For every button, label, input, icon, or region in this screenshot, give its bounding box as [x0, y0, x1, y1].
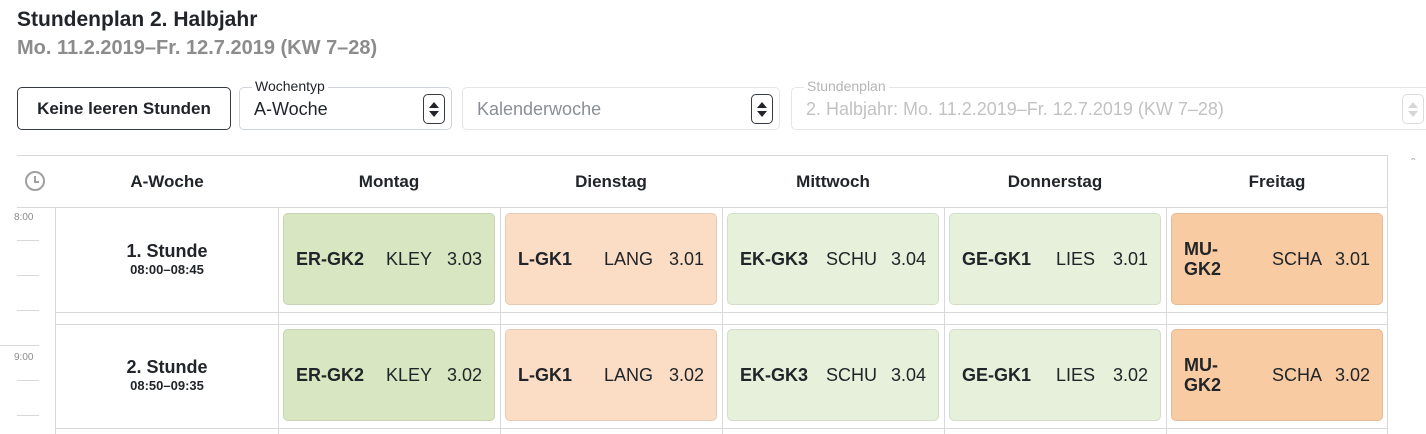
day-header-wednesday: Mittwoch	[796, 171, 870, 191]
chevron-up-icon	[757, 101, 767, 108]
subject: GE-GK1	[962, 364, 1032, 385]
teacher: KLEY	[386, 248, 433, 269]
time-label-8: 8:00	[14, 212, 34, 223]
lesson-cell[interactable]: EK-GK3 SCHU 3.04	[727, 213, 939, 305]
teacher: LIES	[1056, 364, 1096, 385]
timetable-value: 2. Halbjahr: Mo. 11.2.2019–Fr. 12.7.2019…	[806, 99, 1224, 119]
subject: GE-GK1	[962, 248, 1032, 269]
column-divider	[500, 208, 501, 434]
lesson-cell[interactable]: MU-GK2 SCHA 3.01	[1171, 213, 1383, 305]
day-header-thursday: Donnerstag	[1007, 171, 1103, 191]
chevron-down-icon	[429, 110, 439, 117]
row-divider	[56, 428, 1388, 429]
timetable-label: Stundenplan	[804, 78, 889, 94]
lesson-cell[interactable]: ER-GK2 KLEY 3.03	[283, 213, 495, 305]
teacher: LANG	[604, 248, 654, 269]
time-tick	[17, 275, 39, 276]
room: 3.01	[668, 248, 704, 269]
hide-empty-lessons-button[interactable]: Keine leeren Stunden	[17, 87, 231, 130]
week-type-stepper[interactable]	[423, 94, 445, 124]
teacher: LANG	[604, 364, 654, 385]
lesson-cell[interactable]: L-GK1 LANG 3.01	[505, 213, 717, 305]
column-divider	[1166, 208, 1167, 434]
row-divider	[56, 324, 1388, 325]
lesson-name: 2. Stunde	[126, 357, 208, 377]
calendar-week-stepper[interactable]	[751, 94, 773, 124]
week-column-header: A-Woche	[130, 171, 204, 191]
week-type-select[interactable]: Wochentyp A-Woche	[239, 78, 452, 130]
timetable-select: Stundenplan 2. Halbjahr: Mo. 11.2.2019–F…	[791, 78, 1426, 130]
lesson-cell[interactable]: GE-GK1 LIES 3.01	[949, 213, 1161, 305]
subject: MU-GK2	[1184, 239, 1222, 279]
day-header-tuesday: Dienstag	[575, 171, 647, 191]
teacher: KLEY	[386, 364, 433, 385]
room: 3.01	[1112, 248, 1148, 269]
page-subtitle: Mo. 11.2.2019–Fr. 12.7.2019 (KW 7–28)	[17, 37, 378, 59]
room: 3.02	[1112, 364, 1148, 385]
chevron-down-icon	[757, 110, 767, 117]
lesson-label: 1. Stunde 08:00–08:45	[56, 240, 278, 278]
room: 3.04	[890, 364, 926, 385]
chevron-up-icon	[429, 101, 439, 108]
subject: ER-GK2	[296, 364, 365, 385]
time-axis	[17, 208, 56, 434]
lesson-cell[interactable]: MU-GK2 SCHA 3.02	[1171, 329, 1383, 421]
teacher: SCHA	[1271, 364, 1322, 385]
subject: L-GK1	[518, 248, 572, 269]
time-tick	[17, 415, 39, 416]
scroll-up-icon[interactable]: ˆ	[1411, 155, 1416, 171]
day-header-friday: Freitag	[1248, 171, 1306, 191]
timetable-stepper	[1402, 94, 1424, 124]
calendar-week-placeholder: Kalenderwoche	[477, 99, 602, 119]
time-tick	[17, 310, 39, 311]
column-divider	[722, 208, 723, 434]
teacher: SCHU	[826, 364, 878, 385]
chevron-up-icon	[1408, 101, 1418, 108]
time-tick	[17, 380, 39, 381]
subject: EK-GK3	[740, 248, 809, 269]
row-divider	[56, 312, 1388, 313]
chevron-down-icon	[1408, 110, 1418, 117]
room: 3.02	[1334, 364, 1370, 385]
room: 3.03	[446, 248, 482, 269]
lesson-time: 08:00–08:45	[130, 262, 204, 277]
room: 3.01	[1334, 248, 1370, 269]
clock-icon	[25, 171, 45, 191]
day-header-monday: Montag	[358, 171, 420, 191]
room: 3.02	[668, 364, 704, 385]
teacher: SCHU	[826, 248, 878, 269]
time-tick	[17, 240, 39, 241]
lesson-cell[interactable]: EK-GK3 SCHU 3.04	[727, 329, 939, 421]
subject: ER-GK2	[296, 248, 365, 269]
time-tick-hour	[0, 345, 39, 346]
week-type-value: A-Woche	[254, 99, 328, 119]
room: 3.04	[890, 248, 926, 269]
subject: EK-GK3	[740, 364, 809, 385]
lesson-cell[interactable]: ER-GK2 KLEY 3.02	[283, 329, 495, 421]
column-divider	[278, 208, 279, 434]
timetable-header: A-Woche Montag Dienstag Mittwoch Donners…	[17, 155, 1388, 208]
subject: MU-GK2	[1184, 355, 1222, 395]
lesson-label: 2. Stunde 08:50–09:35	[56, 356, 278, 394]
lesson-cell[interactable]: L-GK1 LANG 3.02	[505, 329, 717, 421]
lesson-name: 1. Stunde	[126, 241, 208, 261]
subject: L-GK1	[518, 364, 572, 385]
calendar-week-select[interactable]: Kalenderwoche	[462, 87, 780, 130]
teacher: LIES	[1056, 248, 1096, 269]
column-divider	[944, 208, 945, 434]
time-label-9: 9:00	[14, 352, 34, 363]
teacher: SCHA	[1271, 248, 1322, 269]
room: 3.02	[446, 364, 482, 385]
lesson-time: 08:50–09:35	[130, 378, 204, 393]
lesson-cell[interactable]: GE-GK1 LIES 3.02	[949, 329, 1161, 421]
page-title: Stundenplan 2. Halbjahr	[17, 8, 258, 31]
week-type-label: Wochentyp	[252, 78, 328, 94]
